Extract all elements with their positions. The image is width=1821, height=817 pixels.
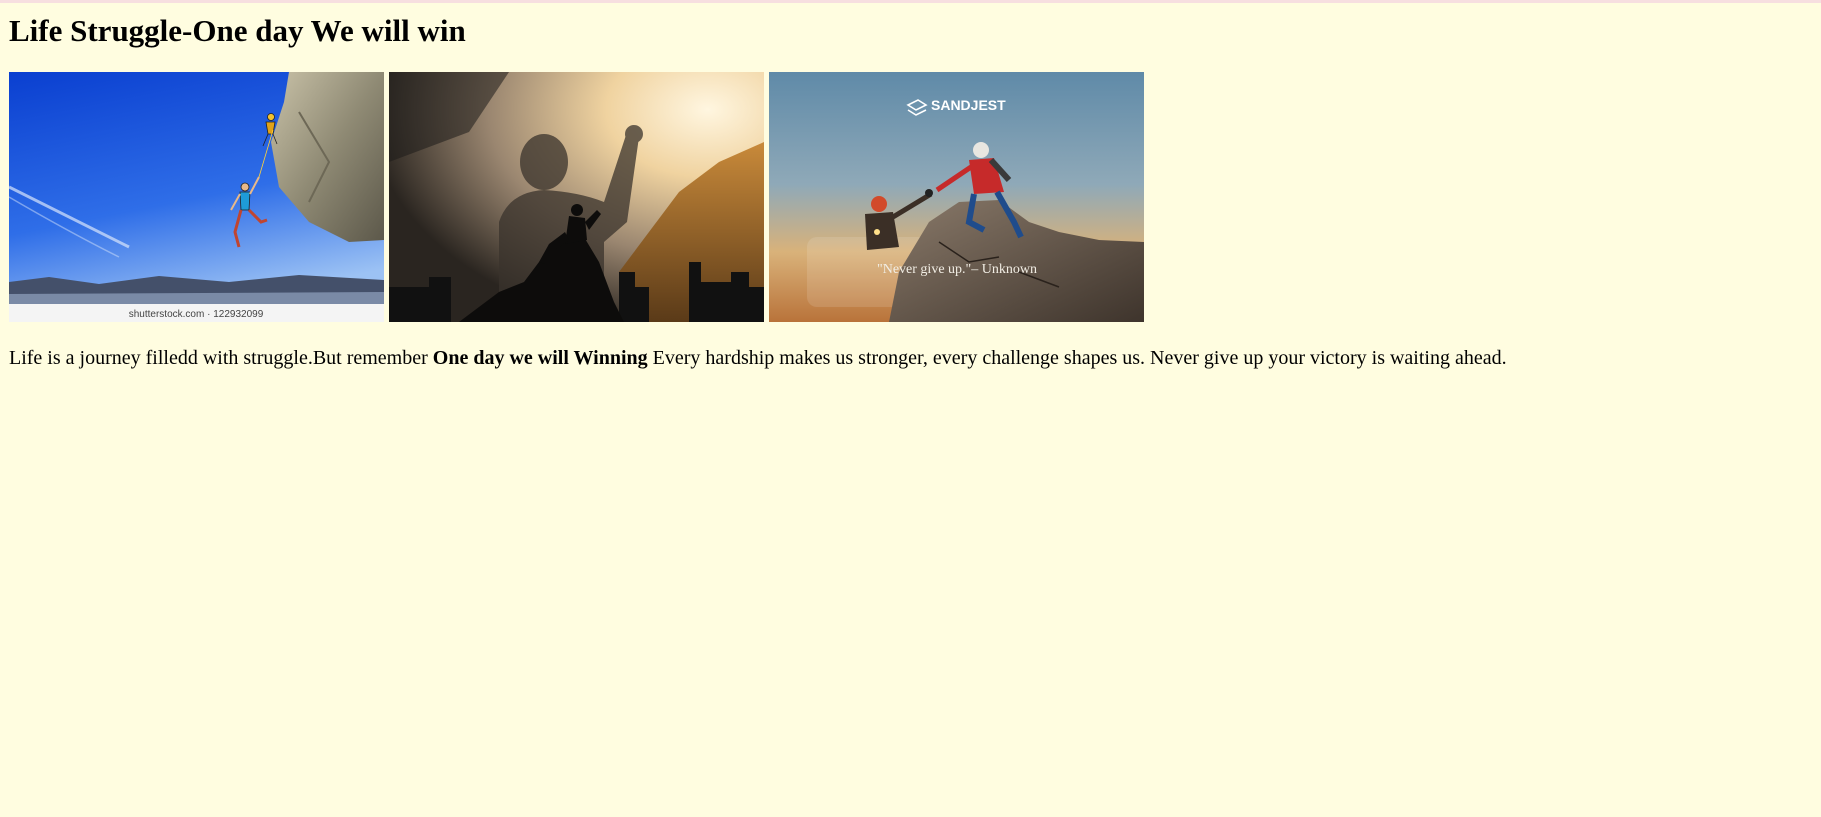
top-border: [0, 0, 1821, 3]
silhouette-victory-photo: [389, 72, 764, 322]
paragraph-text-end: Every hardship makes us stronger, every …: [647, 347, 1507, 369]
image-gallery: shutterstock.com · 122932099 SANDJEST "N…: [9, 72, 1144, 322]
photo-quote: "Never give up."– Unknown: [877, 262, 1037, 277]
paragraph-text-start: Life is a journey filledd with struggle.…: [9, 347, 433, 369]
helping-hand-summit-photo: SANDJEST "Never give up."– Unknown: [769, 72, 1144, 322]
photo-caption: shutterstock.com · 122932099: [129, 309, 264, 320]
page-title: Life Struggle-One day We will win: [9, 13, 466, 48]
paragraph-bold-text: One day we will Winning: [432, 347, 648, 369]
intro-paragraph: Life is a journey filledd with struggle.…: [9, 345, 1507, 371]
climbers-on-cliff-photo: shutterstock.com · 122932099: [9, 72, 384, 322]
brand-name: SANDJEST: [931, 97, 1006, 113]
